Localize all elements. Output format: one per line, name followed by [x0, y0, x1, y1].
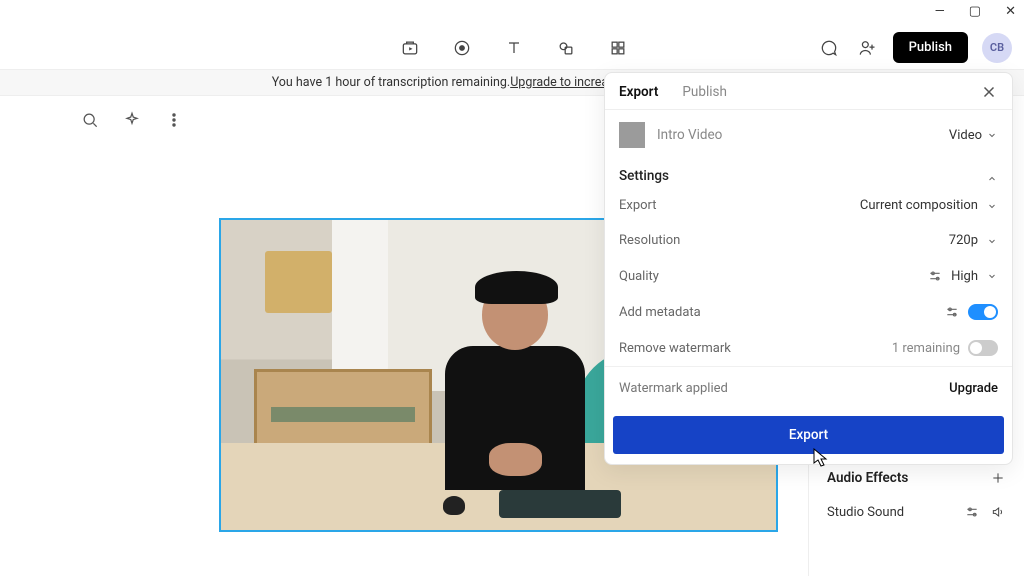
audio-effects-label: Audio Effects [827, 470, 908, 486]
maximize-icon[interactable]: ▢ [969, 4, 981, 19]
text-tool-icon[interactable] [502, 36, 526, 60]
search-icon[interactable] [78, 108, 102, 132]
add-effect-icon[interactable] [990, 470, 1006, 486]
metadata-toggle[interactable] [968, 304, 998, 320]
upgrade-link[interactable]: Upgrade [949, 381, 998, 396]
sliders-icon[interactable] [944, 304, 960, 320]
publish-button[interactable]: Publish [893, 32, 968, 63]
window-controls: — ▢ ✕ [935, 4, 1016, 19]
watermark-row: Remove watermark 1 remaining [605, 330, 1012, 366]
media-library-icon[interactable] [398, 36, 422, 60]
sliders-icon[interactable] [964, 504, 980, 520]
chevron-down-icon [986, 270, 998, 282]
export-panel: Export Publish Intro Video Video Setting… [604, 72, 1013, 465]
speaker-icon[interactable] [990, 504, 1006, 520]
sparkle-icon[interactable] [120, 108, 144, 132]
tab-export[interactable]: Export [619, 84, 658, 100]
project-title-field[interactable]: Intro Video [657, 127, 937, 143]
quality-row[interactable]: Quality High [605, 258, 1012, 294]
close-panel-icon[interactable] [980, 83, 998, 101]
banner-text: You have 1 hour of transcription remaini… [272, 75, 511, 90]
record-icon[interactable] [450, 36, 474, 60]
add-user-icon[interactable] [855, 36, 879, 60]
chevron-down-icon [986, 129, 998, 141]
templates-icon[interactable] [606, 36, 630, 60]
export-type-select[interactable]: Video [949, 128, 998, 143]
sliders-icon[interactable] [927, 268, 943, 284]
avatar[interactable]: CB [982, 33, 1012, 63]
project-thumbnail [619, 122, 645, 148]
metadata-row: Add metadata [605, 294, 1012, 330]
watermark-toggle[interactable] [968, 340, 998, 356]
watermark-status: Watermark applied [619, 381, 728, 396]
chevron-down-icon [986, 200, 998, 212]
more-icon[interactable] [162, 108, 186, 132]
resolution-row[interactable]: Resolution 720p [605, 223, 1012, 258]
chevron-down-icon [986, 235, 998, 247]
settings-section-label: Settings [619, 168, 669, 184]
top-toolbar: Publish CB [0, 26, 1024, 70]
chevron-up-icon[interactable] [986, 170, 998, 182]
comment-icon[interactable] [817, 36, 841, 60]
script-tools [78, 108, 186, 132]
shapes-icon[interactable] [554, 36, 578, 60]
minimize-icon[interactable]: — [935, 4, 945, 19]
export-button[interactable]: Export [613, 416, 1004, 454]
studio-sound-label: Studio Sound [827, 505, 904, 520]
export-scope-row[interactable]: Export Current composition [605, 188, 1012, 223]
close-window-icon[interactable]: ✕ [1005, 4, 1016, 19]
tab-publish[interactable]: Publish [682, 84, 727, 100]
